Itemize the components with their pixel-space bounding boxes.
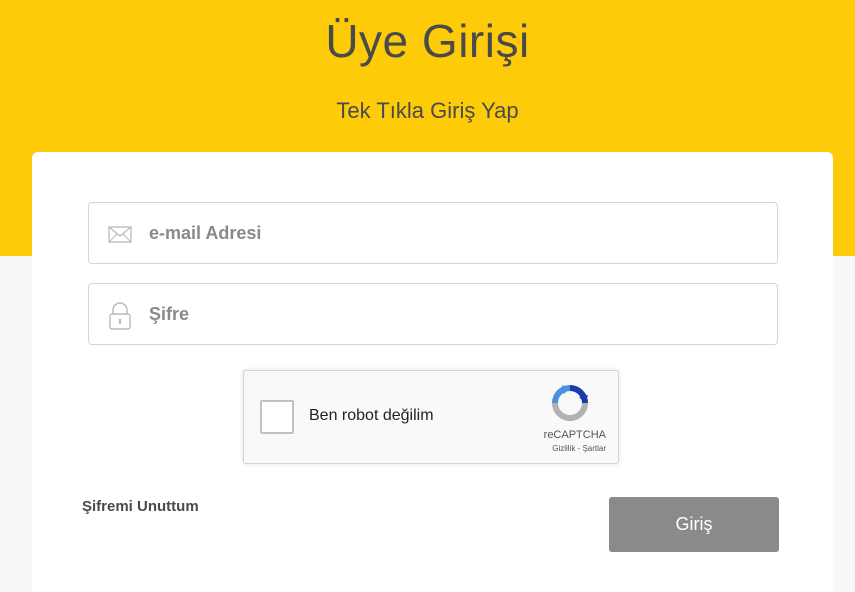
recaptcha-brand: reCAPTCHA [543, 429, 606, 441]
page-title: Üye Girişi [325, 15, 530, 67]
login-card: Ben robot değilim reCAPTCHA Gizlilik - Ş… [32, 152, 833, 592]
email-input[interactable] [149, 203, 759, 263]
forgot-password-link[interactable]: Şifremi Unuttum [82, 498, 199, 515]
password-field[interactable] [88, 283, 778, 345]
recaptcha-label: Ben robot değilim [309, 407, 434, 424]
login-button[interactable]: Giriş [609, 497, 779, 552]
password-input[interactable] [149, 284, 759, 344]
recaptcha-widget: Ben robot değilim reCAPTCHA Gizlilik - Ş… [243, 370, 619, 464]
recaptcha-logo-icon [550, 383, 590, 423]
page-subtitle: Tek Tıkla Giriş Yap [336, 98, 519, 123]
envelope-icon [107, 221, 133, 247]
email-field[interactable] [88, 202, 778, 264]
recaptcha-links[interactable]: Gizlilik - Şartlar [244, 444, 606, 453]
lock-icon [107, 302, 133, 330]
